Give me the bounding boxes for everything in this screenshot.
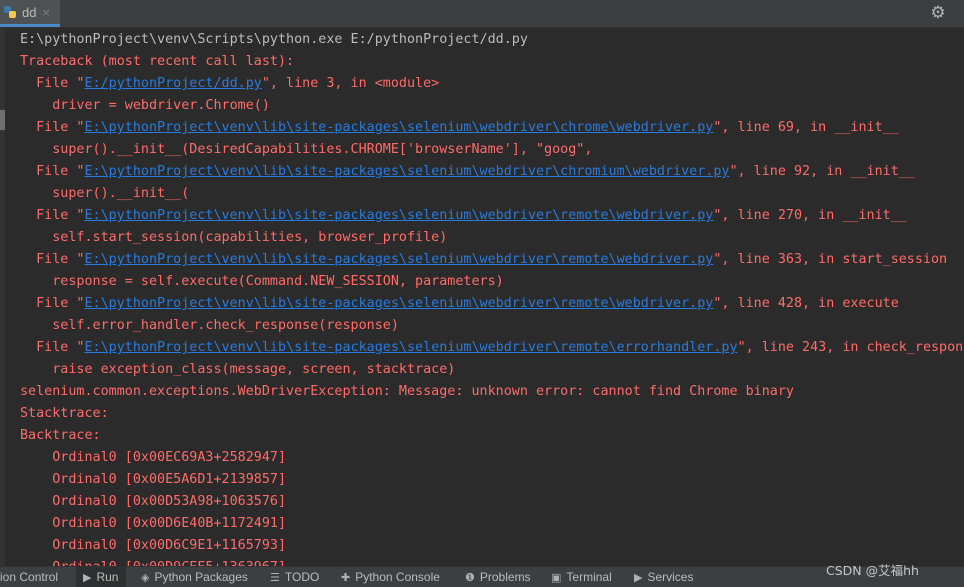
console-text: File " (20, 208, 85, 223)
close-icon[interactable]: × (41, 6, 50, 19)
console-text: Backtrace: (20, 428, 101, 443)
file-link[interactable]: E:\pythonProject\venv\lib\site-packages\… (85, 164, 730, 179)
console-line: Ordinal0 [0x00D6C9E1+1165793] (20, 535, 964, 557)
file-link[interactable]: E:/pythonProject/dd.py (85, 76, 262, 91)
console-line: Backtrace: (20, 425, 964, 447)
console-text: Ordinal0 [0x00D6C9E1+1165793] (20, 538, 287, 553)
problems-icon: ❶ (465, 570, 475, 584)
console-text: ", line 243, in check_response (737, 340, 964, 355)
console-text: ", line 92, in __init__ (729, 164, 915, 179)
console-line: Ordinal0 [0x00D9CEE5+1363967] (20, 557, 964, 566)
footer-label: Services (647, 570, 694, 584)
console-line: Stacktrace: (20, 403, 964, 425)
console-text: ", line 3, in <module> (261, 76, 440, 91)
console-line: Ordinal0 [0x00D6E40B+1172491] (20, 513, 964, 535)
console-line: Ordinal0 [0x00D53A98+1063576] (20, 491, 964, 513)
console-line: Ordinal0 [0x00E5A6D1+2139857] (20, 469, 964, 491)
watermark: CSDN @艾福hh (826, 563, 919, 578)
console-line: response = self.execute(Command.NEW_SESS… (20, 271, 964, 293)
tab-label: dd (22, 4, 37, 20)
file-link[interactable]: E:\pythonProject\venv\lib\site-packages\… (85, 120, 714, 135)
console-line: E:\pythonProject\venv\Scripts\python.exe… (20, 29, 964, 51)
console-text: Traceback (most recent call last): (20, 54, 295, 69)
console-line: File "E:\pythonProject\venv\lib\site-pac… (20, 249, 964, 271)
footer-item-run[interactable]: ▶ Run (76, 567, 126, 587)
console-line: raise exception_class(message, screen, s… (20, 359, 964, 381)
console-line: Ordinal0 [0x00EC69A3+2582947] (20, 447, 964, 469)
console-text: super().__init__(DesiredCapabilities.CHR… (20, 142, 593, 157)
file-link[interactable]: E:\pythonProject\venv\lib\site-packages\… (85, 296, 714, 311)
console-text: ", line 363, in start_session (713, 252, 948, 267)
console-text: super().__init__( (20, 186, 190, 201)
footer-item-python-packages[interactable]: ◈ Python Packages (141, 567, 248, 587)
console-text: E:\pythonProject\venv\Scripts\python.exe… (20, 32, 528, 47)
console-text: self.start_session(capabilities, browser… (20, 230, 448, 245)
file-link[interactable]: E:\pythonProject\venv\lib\site-packages\… (85, 252, 714, 267)
console-line: super().__init__( (20, 183, 964, 205)
console-text: File " (20, 164, 85, 179)
footer-item-services[interactable]: ▶ Services (634, 567, 693, 587)
footer-label: Run (96, 570, 119, 584)
console-line: File "E:\pythonProject\venv\lib\site-pac… (20, 293, 964, 315)
footer-label: ion Control (0, 570, 59, 584)
console-text: ", line 270, in __init__ (713, 208, 907, 223)
console-text: File " (20, 76, 85, 91)
console-line: Traceback (most recent call last): (20, 51, 964, 73)
console-line: driver = webdriver.Chrome() (20, 95, 964, 117)
packages-icon: ◈ (141, 570, 150, 584)
todo-list-icon: ☰ (270, 570, 280, 584)
console-text: raise exception_class(message, screen, s… (20, 362, 456, 377)
footer-label: Python Packages (154, 570, 248, 584)
console-text: File " (20, 120, 85, 135)
python-console-icon: ✚ (341, 570, 351, 584)
gutter-marker (0, 110, 5, 130)
bottom-tool-window-bar: ion Control ▶ Run ◈ Python Packages ☰ TO… (0, 566, 964, 587)
console-text: driver = webdriver.Chrome() (20, 98, 270, 113)
console-text: Stacktrace: (20, 406, 109, 421)
run-icon: ▶ (83, 570, 92, 584)
python-file-icon (4, 6, 16, 18)
terminal-icon: ▣ (551, 570, 562, 584)
console-text: response = self.execute(Command.NEW_SESS… (20, 274, 504, 289)
run-tab-dd[interactable]: dd × (0, 0, 60, 27)
footer-label: Python Console (355, 570, 440, 584)
console-line: File "E:\pythonProject\venv\lib\site-pac… (20, 117, 964, 139)
run-console-output[interactable]: E:\pythonProject\venv\Scripts\python.exe… (20, 29, 964, 566)
console-text: Ordinal0 [0x00EC69A3+2582947] (20, 450, 287, 465)
console-line: File "E:\pythonProject\venv\lib\site-pac… (20, 161, 964, 183)
console-text: File " (20, 252, 85, 267)
footer-label: TODO (284, 570, 320, 584)
services-icon: ▶ (634, 570, 643, 584)
console-line: selenium.common.exceptions.WebDriverExce… (20, 381, 964, 403)
console-line: File "E:\pythonProject\venv\lib\site-pac… (20, 205, 964, 227)
file-link[interactable]: E:\pythonProject\venv\lib\site-packages\… (85, 208, 714, 223)
console-line: self.start_session(capabilities, browser… (20, 227, 964, 249)
console-text: selenium.common.exceptions.WebDriverExce… (20, 384, 794, 399)
footer-item-version-control[interactable]: ion Control (0, 567, 70, 587)
console-gutter (0, 28, 5, 566)
console-text: ", line 428, in execute (713, 296, 899, 311)
console-line: super().__init__(DesiredCapabilities.CHR… (20, 139, 964, 161)
gear-icon[interactable]: ⚙ (928, 3, 948, 23)
console-text: Ordinal0 [0x00D53A98+1063576] (20, 494, 287, 509)
footer-item-terminal[interactable]: ▣ Terminal (551, 567, 612, 587)
console-line: File "E:/pythonProject/dd.py", line 3, i… (20, 73, 964, 95)
console-line: File "E:\pythonProject\venv\lib\site-pac… (20, 337, 964, 359)
footer-label: Problems (479, 570, 531, 584)
console-text: File " (20, 296, 85, 311)
footer-item-problems[interactable]: ❶ Problems (465, 567, 531, 587)
run-tab-bar: dd × ⚙ (0, 0, 964, 28)
console-text: ", line 69, in __init__ (713, 120, 899, 135)
file-link[interactable]: E:\pythonProject\venv\lib\site-packages\… (85, 340, 738, 355)
console-text: Ordinal0 [0x00E5A6D1+2139857] (20, 472, 287, 487)
console-text: File " (20, 340, 85, 355)
console-line: self.error_handler.check_response(respon… (20, 315, 964, 337)
footer-item-todo[interactable]: ☰ TODO (270, 567, 319, 587)
console-text: Ordinal0 [0x00D6E40B+1172491] (20, 516, 287, 531)
footer-item-python-console[interactable]: ✚ Python Console (341, 567, 440, 587)
footer-label: Terminal (566, 570, 612, 584)
console-text: self.error_handler.check_response(respon… (20, 318, 399, 333)
